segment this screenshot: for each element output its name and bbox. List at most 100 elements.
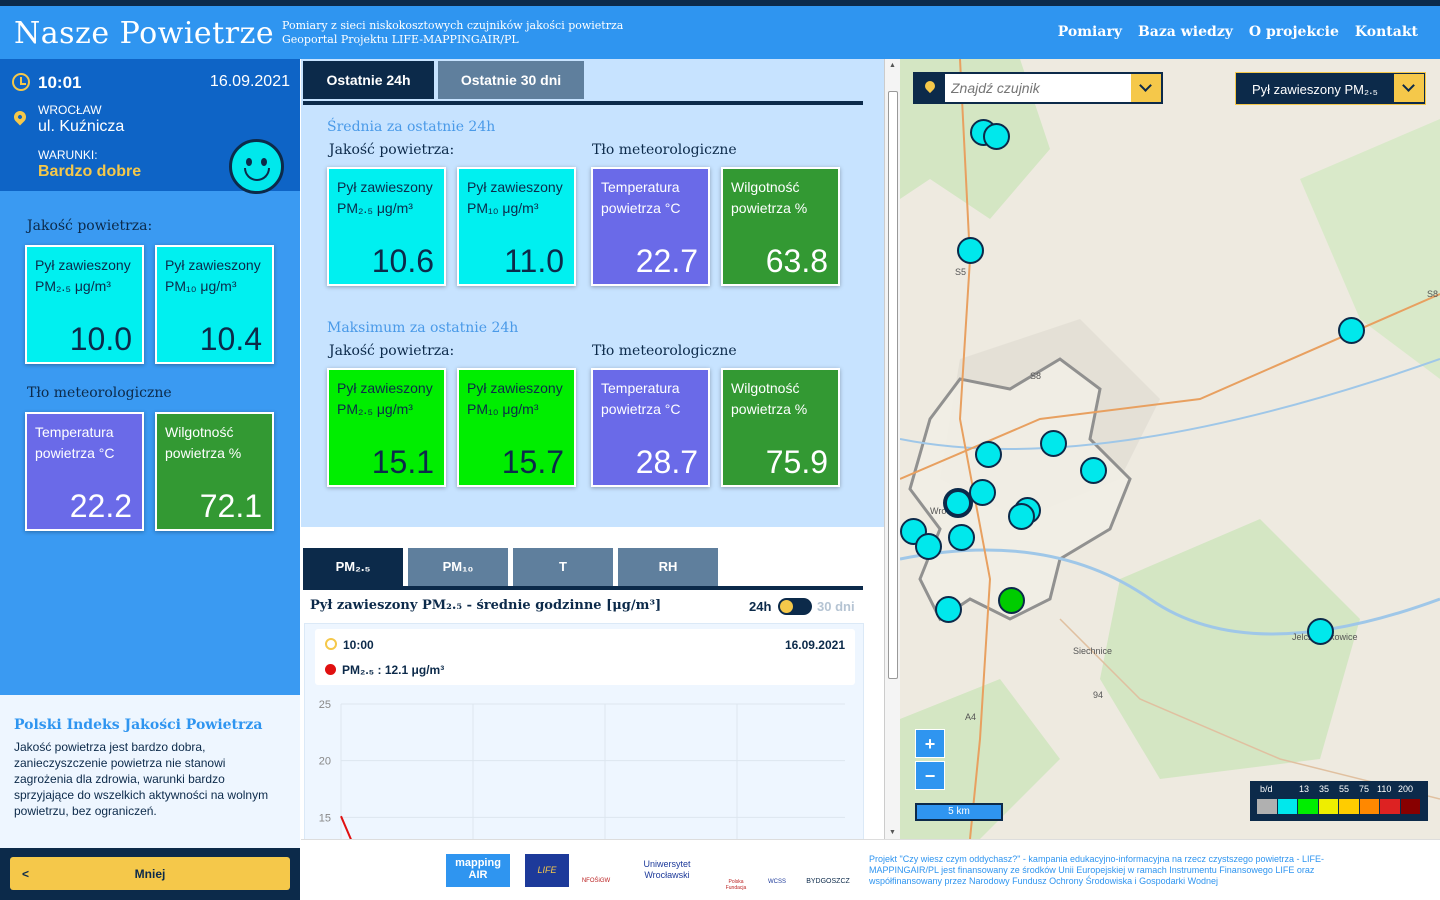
header: Nasze Powietrze Pomiary z sieci niskokos… bbox=[0, 6, 1440, 59]
legend-ticks: b/d 13 35 55 75 110 200 bbox=[1250, 784, 1428, 796]
subtitle-line-2: Geoportal Projektu LIFE-MAPPINGAIR/PL bbox=[282, 33, 519, 46]
zoom-in-button[interactable]: + bbox=[915, 729, 945, 758]
chart-title: Pył zawieszony PM₂.₅ - średnie godzinne … bbox=[310, 598, 662, 613]
wcss-logo: WCSS bbox=[768, 879, 786, 885]
nav-pomiary[interactable]: Pomiary bbox=[1058, 24, 1122, 40]
nav-baza-wiedzy[interactable]: Baza wiedzy bbox=[1138, 24, 1233, 40]
scroll-thumb[interactable] bbox=[888, 91, 898, 679]
chart-box: 10:00 16.09.2021 PM₂.₅ : 12.1 μg/m³ 25 20… bbox=[304, 623, 864, 839]
card-unit: powietrza % bbox=[731, 200, 808, 216]
card-value: 22.7 bbox=[635, 243, 698, 279]
tab-last-24h[interactable]: Ostatnie 24h bbox=[303, 61, 434, 99]
card-label: Temperatura bbox=[601, 380, 680, 396]
sensor-marker[interactable] bbox=[975, 441, 1002, 468]
card-label: Pył zawieszony bbox=[467, 179, 563, 195]
card-label: Pył zawieszony bbox=[35, 257, 131, 273]
current-temp-card: Temperatura powietrza °C 22.2 bbox=[25, 412, 144, 531]
card-value: 63.8 bbox=[765, 243, 828, 279]
sensor-marker[interactable] bbox=[1040, 430, 1067, 457]
sensor-marker[interactable] bbox=[1338, 317, 1365, 344]
current-meteo-title: Tło meteorologiczne bbox=[27, 385, 172, 401]
card-label: Wilgotność bbox=[731, 179, 800, 195]
max-pm25-card: Pył zawieszony PM₂.₅ μg/m³ 15.1 bbox=[327, 368, 446, 487]
toggle-24h-label[interactable]: 24h bbox=[749, 599, 771, 614]
main-nav: Pomiary Baza wiedzy O projekcie Kontakt bbox=[1058, 24, 1418, 40]
current-date: 16.09.2021 bbox=[209, 73, 290, 90]
middle-scrollbar[interactable]: ▲ ▼ bbox=[884, 59, 900, 839]
nav-kontakt[interactable]: Kontakt bbox=[1355, 24, 1418, 40]
sensor-marker[interactable] bbox=[957, 237, 984, 264]
uwr-logo: Uniwersytet Wrocławski bbox=[643, 859, 691, 880]
stats-panel: Ostatnie 24h Ostatnie 30 dni Średnia za … bbox=[301, 59, 884, 839]
card-label: Pył zawieszony bbox=[337, 179, 433, 195]
nav-o-projekcie[interactable]: O projekcie bbox=[1249, 24, 1339, 40]
sensor-search-input[interactable] bbox=[951, 78, 1121, 98]
parameter-select-value: Pył zawieszony PM₂.₅ bbox=[1252, 82, 1378, 97]
chart-tab-pm25[interactable]: PM₂.₅ bbox=[303, 548, 403, 586]
y-tick-label: 20 bbox=[319, 756, 331, 768]
avg-humidity-card: Wilgotność powietrza % 63.8 bbox=[721, 167, 840, 286]
selected-sensor-marker[interactable] bbox=[943, 488, 973, 518]
map-label: A4 bbox=[965, 712, 977, 722]
card-value: 75.9 bbox=[765, 444, 828, 480]
range-toggle[interactable] bbox=[778, 598, 812, 615]
current-pm10-card: Pył zawieszony PM₁₀ μg/m³ 10.4 bbox=[155, 245, 274, 364]
subtitle-line-1: Pomiary z sieci niskokosztowych czujnikó… bbox=[282, 19, 624, 32]
clock-icon bbox=[12, 73, 30, 91]
card-unit: PM₁₀ μg/m³ bbox=[165, 278, 237, 294]
index-text: Jakość powietrza jest bardzo dobra, zani… bbox=[14, 740, 269, 818]
card-label: Wilgotność bbox=[165, 424, 234, 440]
card-label: Pył zawieszony bbox=[467, 380, 563, 396]
legend-tick: b/d bbox=[1260, 784, 1273, 794]
sensor-marker[interactable] bbox=[983, 123, 1010, 150]
chart-tab-humidity[interactable]: RH bbox=[618, 548, 718, 586]
map-label: S5 bbox=[955, 267, 967, 277]
sensor-marker[interactable] bbox=[1080, 457, 1107, 484]
legend-tick: 13 bbox=[1299, 784, 1310, 794]
card-value: 28.7 bbox=[635, 444, 698, 480]
legend-tick: 200 bbox=[1398, 784, 1414, 794]
tab-last-30-days[interactable]: Ostatnie 30 dni bbox=[438, 61, 584, 99]
card-value: 22.2 bbox=[69, 488, 132, 524]
legend-swatch bbox=[1257, 799, 1278, 814]
sensor-marker[interactable] bbox=[915, 533, 942, 560]
legend-swatch bbox=[1339, 799, 1360, 814]
search-dropdown-button[interactable] bbox=[1131, 74, 1161, 102]
map-label: 94 bbox=[1093, 690, 1104, 700]
index-info: Polski Indeks Jakości Powietrza Jakość p… bbox=[0, 695, 300, 848]
sensor-marker[interactable] bbox=[1008, 503, 1035, 530]
avg-meteo-title: Tło meteorologiczne bbox=[592, 142, 737, 158]
map-legend: b/d 13 35 55 75 110 200 bbox=[1250, 781, 1428, 821]
toggle-30d-label[interactable]: 30 dni bbox=[817, 599, 855, 614]
sensor-marker[interactable] bbox=[948, 524, 975, 551]
less-button[interactable]: < Mniej bbox=[10, 857, 290, 890]
left-sidebar: 10:01 16.09.2021 WROCŁAW ul. Kuźnicza WA… bbox=[0, 59, 300, 900]
site-logo[interactable]: Nasze Powietrze bbox=[14, 16, 274, 51]
sensor-marker[interactable] bbox=[935, 596, 962, 623]
sensor-marker[interactable] bbox=[969, 479, 996, 506]
current-air-title: Jakość powietrza: bbox=[27, 218, 153, 234]
sensor-marker[interactable] bbox=[998, 587, 1025, 614]
card-label: Wilgotność bbox=[731, 380, 800, 396]
footer: mapping AIR LIFE NFOŚiGW Uniwersytet Wro… bbox=[301, 839, 1440, 900]
y-tick-label: 15 bbox=[319, 812, 331, 824]
card-label: Temperatura bbox=[35, 424, 114, 440]
sensor-marker[interactable] bbox=[1307, 618, 1334, 645]
life-logo: LIFE bbox=[525, 854, 569, 887]
chart-tab-underline bbox=[303, 586, 863, 590]
max-humidity-card: Wilgotność powietrza % 75.9 bbox=[721, 368, 840, 487]
parameter-select[interactable]: Pył zawieszony PM₂.₅ bbox=[1235, 72, 1426, 105]
map-label: S8 bbox=[1427, 289, 1439, 299]
zoom-out-button[interactable]: − bbox=[915, 761, 945, 790]
map[interactable]: Siechnice Jelcz-Laskowice A4 94 S5 S8 S8… bbox=[900, 59, 1440, 839]
chart-tab-temperature[interactable]: T bbox=[513, 548, 613, 586]
chart-tab-pm10[interactable]: PM₁₀ bbox=[408, 548, 508, 586]
card-unit: powietrza °C bbox=[35, 445, 115, 461]
max-meteo-title: Tło meteorologiczne bbox=[592, 343, 737, 359]
chevron-down-icon bbox=[1394, 74, 1424, 102]
legend-tick: 35 bbox=[1319, 784, 1330, 794]
city-label: WROCŁAW bbox=[38, 103, 102, 117]
series-line[interactable] bbox=[340, 815, 845, 839]
card-unit: PM₁₀ μg/m³ bbox=[467, 200, 539, 216]
location-pin-icon bbox=[11, 108, 29, 126]
